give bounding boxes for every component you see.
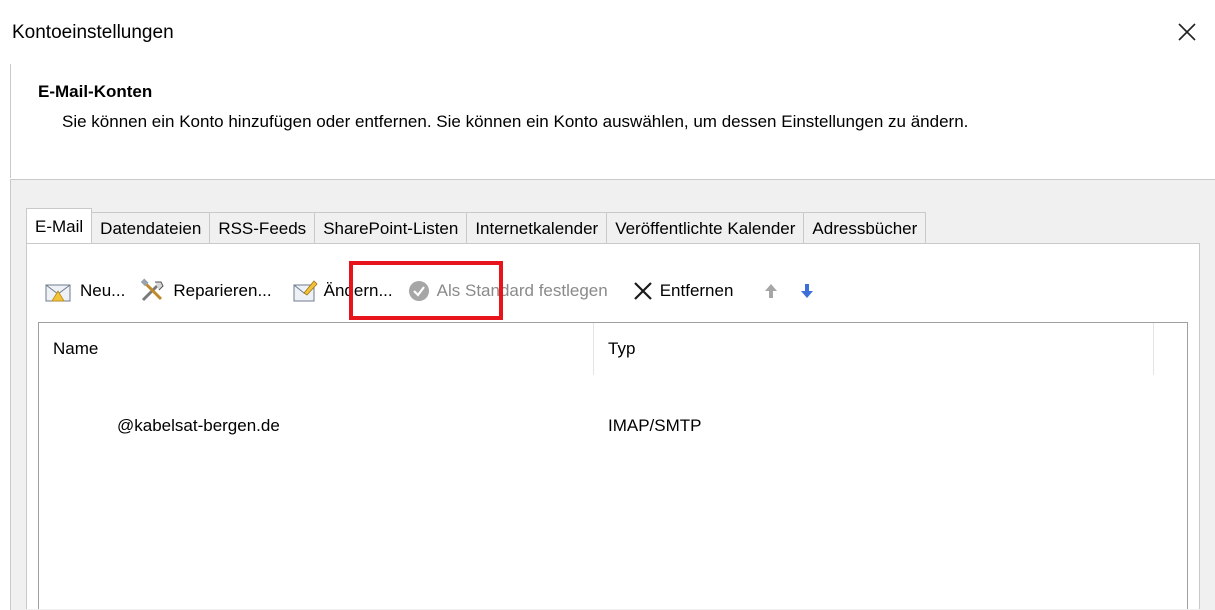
remove-button-label: Entfernen xyxy=(659,281,734,300)
account-name: @kabelsat-bergen.de xyxy=(117,416,280,435)
list-header: Name Typ xyxy=(39,323,1154,376)
close-button[interactable] xyxy=(1173,18,1201,46)
account-list[interactable]: Name Typ @kabelsat-bergen.de IMAP/SMTP xyxy=(38,322,1188,609)
window-title: Kontoeinstellungen xyxy=(12,22,174,43)
tab-published-calendars[interactable]: Veröffentlichte Kalender xyxy=(607,212,805,244)
new-button[interactable]: Neu... xyxy=(44,276,125,306)
account-type: IMAP/SMTP xyxy=(608,416,702,435)
tab-strip: E-Mail Datendateien RSS-Feeds SharePoint… xyxy=(26,208,927,245)
tab-rss-feeds[interactable]: RSS-Feeds xyxy=(210,212,316,244)
arrow-down-icon xyxy=(799,282,815,300)
repair-tools-icon xyxy=(139,278,167,304)
section-title: E-Mail-Konten xyxy=(38,82,153,101)
move-up-button[interactable] xyxy=(763,276,785,306)
move-down-button[interactable] xyxy=(799,276,821,306)
change-button-highlight xyxy=(349,261,503,320)
close-icon xyxy=(1178,23,1196,41)
tab-email[interactable]: E-Mail xyxy=(26,208,93,245)
title-bar: Kontoeinstellungen xyxy=(0,0,1215,64)
new-button-label: Neu... xyxy=(80,281,126,300)
column-header-type[interactable]: Typ xyxy=(594,323,1154,375)
tab-sharepoint-lists[interactable]: SharePoint-Listen xyxy=(315,212,468,244)
arrow-up-icon xyxy=(763,282,779,300)
table-row[interactable]: @kabelsat-bergen.de IMAP/SMTP xyxy=(39,411,1154,441)
remove-button[interactable]: Entfernen xyxy=(632,276,734,306)
section-description: Sie können ein Konto hinzufügen oder ent… xyxy=(62,112,969,131)
tab-data-files[interactable]: Datendateien xyxy=(92,212,211,244)
remove-x-icon xyxy=(632,280,654,302)
change-settings-icon xyxy=(292,279,318,303)
new-mail-icon xyxy=(44,279,74,303)
repair-button-label: Reparieren... xyxy=(173,281,272,300)
column-header-name[interactable]: Name xyxy=(39,323,594,375)
tab-internet-calendars[interactable]: Internetkalender xyxy=(467,212,608,244)
tab-address-books[interactable]: Adressbücher xyxy=(804,212,927,244)
repair-button[interactable]: Reparieren... xyxy=(139,276,272,306)
